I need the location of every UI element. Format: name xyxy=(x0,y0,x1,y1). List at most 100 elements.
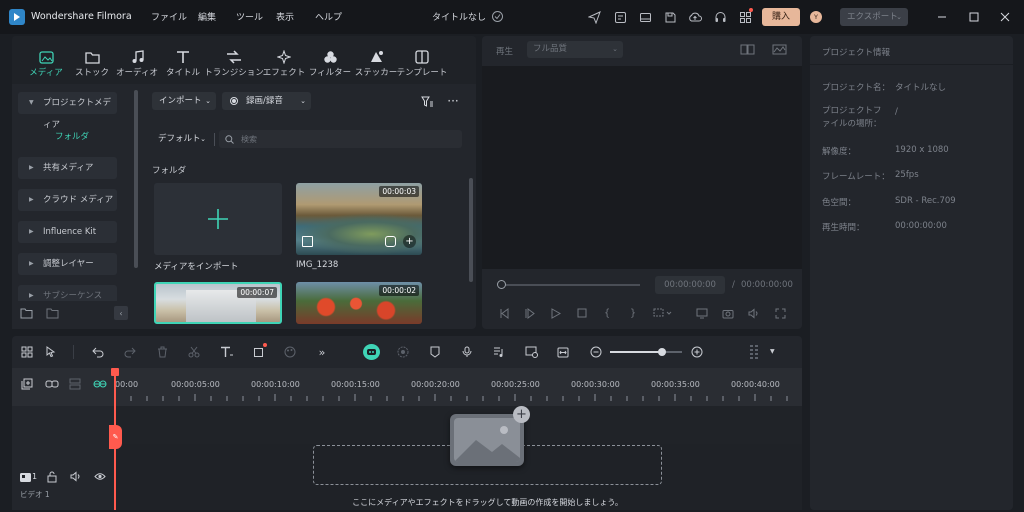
zoom-in-icon[interactable] xyxy=(690,345,704,359)
menu-help[interactable]: ヘルプ xyxy=(315,10,342,23)
media-clip[interactable]: 00:00:02 xyxy=(296,282,422,324)
folder-icon xyxy=(84,50,100,64)
sidebar-item-project-media[interactable]: ▼ プロジェクトメディア xyxy=(18,92,117,130)
clip-settings-icon[interactable] xyxy=(385,236,396,247)
caret-down-icon[interactable]: ▼ xyxy=(770,348,775,355)
fullscreen-icon[interactable] xyxy=(773,306,787,320)
media-clip-selected[interactable]: 00:00:07 xyxy=(154,282,282,324)
scissors-icon[interactable] xyxy=(187,345,201,359)
title-status-icon[interactable] xyxy=(492,11,503,22)
add-media-icon[interactable]: + xyxy=(513,406,530,423)
send-icon[interactable] xyxy=(586,9,602,25)
add-track-icon[interactable] xyxy=(20,377,34,391)
more-options-icon[interactable]: ··· xyxy=(445,94,461,108)
sidebar-scrollbar[interactable] xyxy=(134,90,138,268)
zoom-slider-handle[interactable] xyxy=(657,348,666,356)
magnet-snap-icon[interactable] xyxy=(92,377,108,391)
search-input[interactable]: 検索 xyxy=(219,130,462,148)
sidebar-item-adjustment-layer[interactable]: ▶ 調整レイヤー xyxy=(18,253,117,275)
redo-icon[interactable] xyxy=(123,345,137,359)
headset-icon[interactable] xyxy=(712,9,728,25)
preview-scrubber[interactable] xyxy=(500,284,640,286)
play-icon[interactable] xyxy=(549,306,563,320)
save-icon[interactable] xyxy=(662,9,678,25)
feedback-icon[interactable] xyxy=(612,9,628,25)
fit-timeline-icon[interactable] xyxy=(556,345,570,359)
volume-icon[interactable] xyxy=(747,306,761,320)
search-placeholder: 検索 xyxy=(241,135,257,144)
playhead-marker[interactable] xyxy=(111,368,119,376)
menu-file[interactable]: ファイル xyxy=(151,10,187,23)
zoom-slider[interactable] xyxy=(610,348,682,356)
quality-dropdown[interactable]: フル品質 ⌄ xyxy=(527,41,623,58)
text-tool-icon[interactable] xyxy=(219,345,235,359)
delete-icon[interactable] xyxy=(155,345,169,359)
mark-out-icon[interactable]: } xyxy=(626,306,640,320)
record-label: 録画/録音 xyxy=(246,96,283,106)
undo-icon[interactable] xyxy=(91,345,105,359)
collapse-sidebar-button[interactable]: ‹ xyxy=(114,306,128,320)
project-location-value: / xyxy=(895,107,898,117)
mute-track-icon[interactable] xyxy=(69,470,83,483)
marker-icon[interactable] xyxy=(428,345,442,359)
prev-frame-icon[interactable] xyxy=(497,306,511,320)
cloud-upload-icon[interactable] xyxy=(687,9,703,25)
zoom-out-icon[interactable] xyxy=(589,345,603,359)
microphone-icon[interactable] xyxy=(460,345,474,359)
time-tick-label: 00:00:15:00 xyxy=(331,380,380,389)
menu-view[interactable]: 表示 xyxy=(276,10,294,23)
track-settings-icon[interactable] xyxy=(68,377,82,391)
scopes-icon[interactable] xyxy=(771,43,787,56)
buy-button[interactable]: 購入 xyxy=(762,8,800,26)
stabilize-icon[interactable] xyxy=(396,345,410,359)
sidebar-item-subsequence[interactable]: ▶ サブシーケンス xyxy=(18,285,117,301)
layout-icon[interactable] xyxy=(637,9,653,25)
folder-outline-icon[interactable] xyxy=(45,306,59,320)
filter-sort-icon[interactable] xyxy=(420,94,434,108)
scrubber-handle[interactable] xyxy=(497,280,506,289)
next-frame-icon[interactable] xyxy=(522,306,536,320)
ai-assistant-icon[interactable] xyxy=(363,344,380,360)
add-clip-icon[interactable]: + xyxy=(403,235,416,248)
preview-viewport xyxy=(482,66,802,269)
export-button[interactable]: エクスポート ⌄ xyxy=(840,8,908,26)
select-pointer-icon[interactable] xyxy=(44,345,60,359)
menu-edit[interactable]: 編集 xyxy=(198,10,216,23)
close-icon[interactable] xyxy=(997,9,1013,25)
lock-track-icon[interactable] xyxy=(45,470,59,483)
display-icon[interactable] xyxy=(695,306,709,320)
stop-icon[interactable] xyxy=(575,306,589,320)
media-clip[interactable]: 00:00:03 + xyxy=(296,183,422,255)
sort-dropdown[interactable]: デフォルト ⌄ xyxy=(152,130,210,148)
media-scrollbar[interactable] xyxy=(469,178,473,282)
eye-visibility-icon[interactable] xyxy=(93,470,107,483)
time-tick-label: 00:00:20:00 xyxy=(411,380,460,389)
audio-track-icon[interactable] xyxy=(492,345,506,359)
speed-icon[interactable] xyxy=(524,345,540,359)
timeline-grid-icon[interactable] xyxy=(747,343,761,361)
user-avatar[interactable]: Y xyxy=(810,11,822,23)
minimize-icon[interactable] xyxy=(934,9,950,25)
compare-view-icon[interactable] xyxy=(739,43,755,56)
sidebar-item-cloud-media[interactable]: ▶ クラウド メディア xyxy=(18,189,117,211)
import-media-tile[interactable] xyxy=(154,183,282,255)
playhead-handle[interactable]: ✎ xyxy=(109,425,122,449)
import-dropdown[interactable]: インポート ⌄ xyxy=(152,92,216,110)
sidebar-item-shared-media[interactable]: ▶ 共有メディア xyxy=(18,157,117,179)
sidebar-item-folder[interactable]: フォルダ xyxy=(55,130,89,142)
record-dropdown[interactable]: 録画/録音 ⌄ xyxy=(222,92,311,110)
chevron-down-icon: ⌄ xyxy=(300,97,306,105)
menu-tools[interactable]: ツール xyxy=(236,10,263,23)
crop-tool-icon[interactable] xyxy=(252,345,266,359)
more-tools-icon[interactable]: » xyxy=(315,345,329,359)
project-title: タイトルなし xyxy=(432,13,487,23)
sidebar-item-influence-kit[interactable]: ▶ Influence Kit xyxy=(18,221,117,243)
mark-in-icon[interactable]: { xyxy=(600,306,614,320)
crop-mode-icon[interactable] xyxy=(652,306,674,320)
layout-grid-icon[interactable] xyxy=(20,345,34,359)
maximize-icon[interactable] xyxy=(966,9,982,25)
color-palette-icon[interactable] xyxy=(283,345,297,359)
snapshot-icon[interactable] xyxy=(721,306,735,320)
link-icon[interactable] xyxy=(44,377,60,391)
new-folder-icon[interactable] xyxy=(19,306,33,320)
